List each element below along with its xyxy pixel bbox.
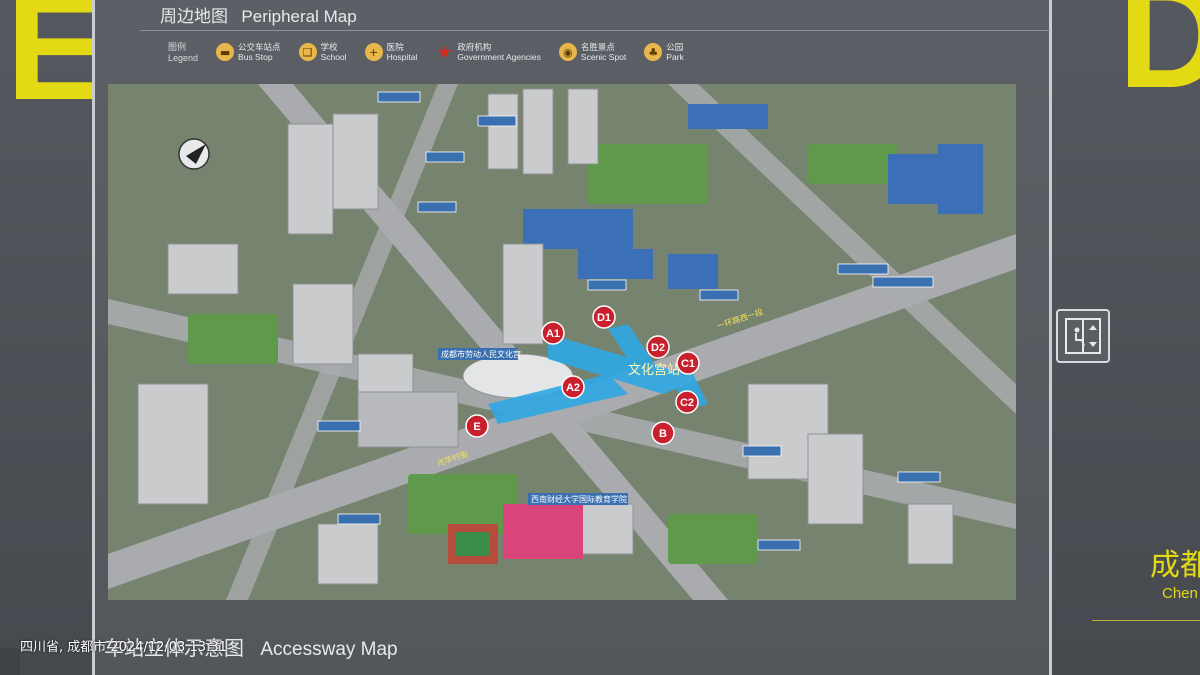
svg-text:A1: A1 bbox=[546, 328, 560, 340]
legend-school-cn: 学校 bbox=[320, 42, 338, 52]
legend-item-park: ♣ 公园 Park bbox=[644, 42, 684, 62]
exit-c1: C1 bbox=[676, 351, 700, 375]
exit-b: B bbox=[651, 421, 675, 445]
photo-watermark: 四川省, 成都市 2024/12/03 13:31 bbox=[20, 640, 227, 655]
page-title: 周边地图 Peripheral Map bbox=[160, 2, 357, 27]
legend-park-en: Park bbox=[666, 52, 684, 62]
tree-icon: ♣ bbox=[644, 43, 663, 61]
legend-item-scenic: ◉ 名胜景点 Scenic Spot bbox=[558, 42, 627, 62]
title-divider bbox=[140, 30, 1050, 31]
exit-e: E bbox=[465, 414, 489, 438]
legend-gov-cn: 政府机构 bbox=[457, 42, 492, 52]
right-sign-city-cn: 成都 bbox=[1150, 548, 1200, 583]
wheelchair-icon bbox=[0, 648, 20, 675]
camera-icon: ◉ bbox=[558, 43, 577, 61]
compass-icon bbox=[178, 138, 210, 170]
legend-label: 图例 Legend bbox=[168, 42, 198, 64]
poi-university-label: 西南财经大学国际教育学院 bbox=[531, 494, 627, 504]
svg-text:D1: D1 bbox=[597, 312, 611, 324]
right-sign-city-en: Chen bbox=[1162, 585, 1198, 602]
title-chinese: 周边地图 bbox=[160, 7, 228, 27]
svg-text:B: B bbox=[659, 428, 667, 440]
svg-text:D2: D2 bbox=[651, 342, 665, 354]
legend-item-bus-stop: ▬ 公交车站点 Bus Stop bbox=[216, 42, 281, 62]
right-sign-divider bbox=[1092, 620, 1200, 621]
star-icon: ★ bbox=[436, 41, 453, 63]
legend-item-school: ❑ 学校 School bbox=[298, 42, 347, 62]
exit-d1: D1 bbox=[592, 305, 616, 329]
svg-text:E: E bbox=[473, 421, 480, 433]
exit-a1: A1 bbox=[541, 321, 565, 345]
peripheral-map: 文化宫站 A1 A2 B C1 C2 D1 D2 E 成都市劳动人民文化宫 西南… bbox=[108, 84, 1016, 600]
book-icon: ❑ bbox=[298, 43, 317, 61]
exit-a2: A2 bbox=[561, 375, 585, 399]
legend: 图例 Legend ▬ 公交车站点 Bus Stop ❑ 学校 School + 医… bbox=[168, 42, 684, 64]
bus-icon: ▬ bbox=[216, 43, 235, 61]
accessible-elevator-sign bbox=[1056, 309, 1110, 363]
title-english: Peripheral Map bbox=[241, 7, 357, 26]
legend-park-cn: 公园 bbox=[666, 42, 684, 52]
legend-item-hospital: + 医院 Hospital bbox=[364, 42, 418, 62]
svg-text:A2: A2 bbox=[566, 382, 580, 394]
legend-scenic-en: Scenic Spot bbox=[580, 52, 627, 62]
legend-school-en: School bbox=[320, 52, 347, 62]
legend-scenic-cn: 名胜景点 bbox=[580, 42, 615, 52]
station-name-label: 文化宫站 bbox=[628, 363, 680, 378]
legend-bus-cn: 公交车站点 bbox=[238, 42, 281, 52]
svg-text:C1: C1 bbox=[681, 358, 695, 370]
legend-hospital-cn: 医院 bbox=[386, 42, 404, 52]
legend-label-cn: 图例 bbox=[168, 42, 187, 52]
legend-hospital-en: Hospital bbox=[386, 52, 418, 62]
exit-letter-sign-d: D bbox=[1118, 0, 1200, 119]
map-illustration: 文化宫站 A1 A2 B C1 C2 D1 D2 E 成都市劳动人民文化宫 西南… bbox=[108, 84, 1016, 600]
legend-bus-en: Bus Stop bbox=[238, 52, 273, 62]
svg-text:C2: C2 bbox=[680, 397, 694, 409]
legend-gov-en: Government Agencies bbox=[457, 52, 541, 62]
legend-item-government: ★ 政府机构 Government Agencies bbox=[435, 41, 541, 63]
exit-d2: D2 bbox=[646, 335, 670, 359]
poi-cultural-palace-label: 成都市劳动人民文化宫 bbox=[441, 349, 521, 359]
accessway-title-en: Accessway Map bbox=[260, 639, 398, 660]
legend-label-en: Legend bbox=[168, 53, 199, 63]
cross-icon: + bbox=[364, 43, 383, 61]
wheelchair-elevator-icon bbox=[1065, 318, 1101, 354]
exit-c2: C2 bbox=[675, 390, 699, 414]
